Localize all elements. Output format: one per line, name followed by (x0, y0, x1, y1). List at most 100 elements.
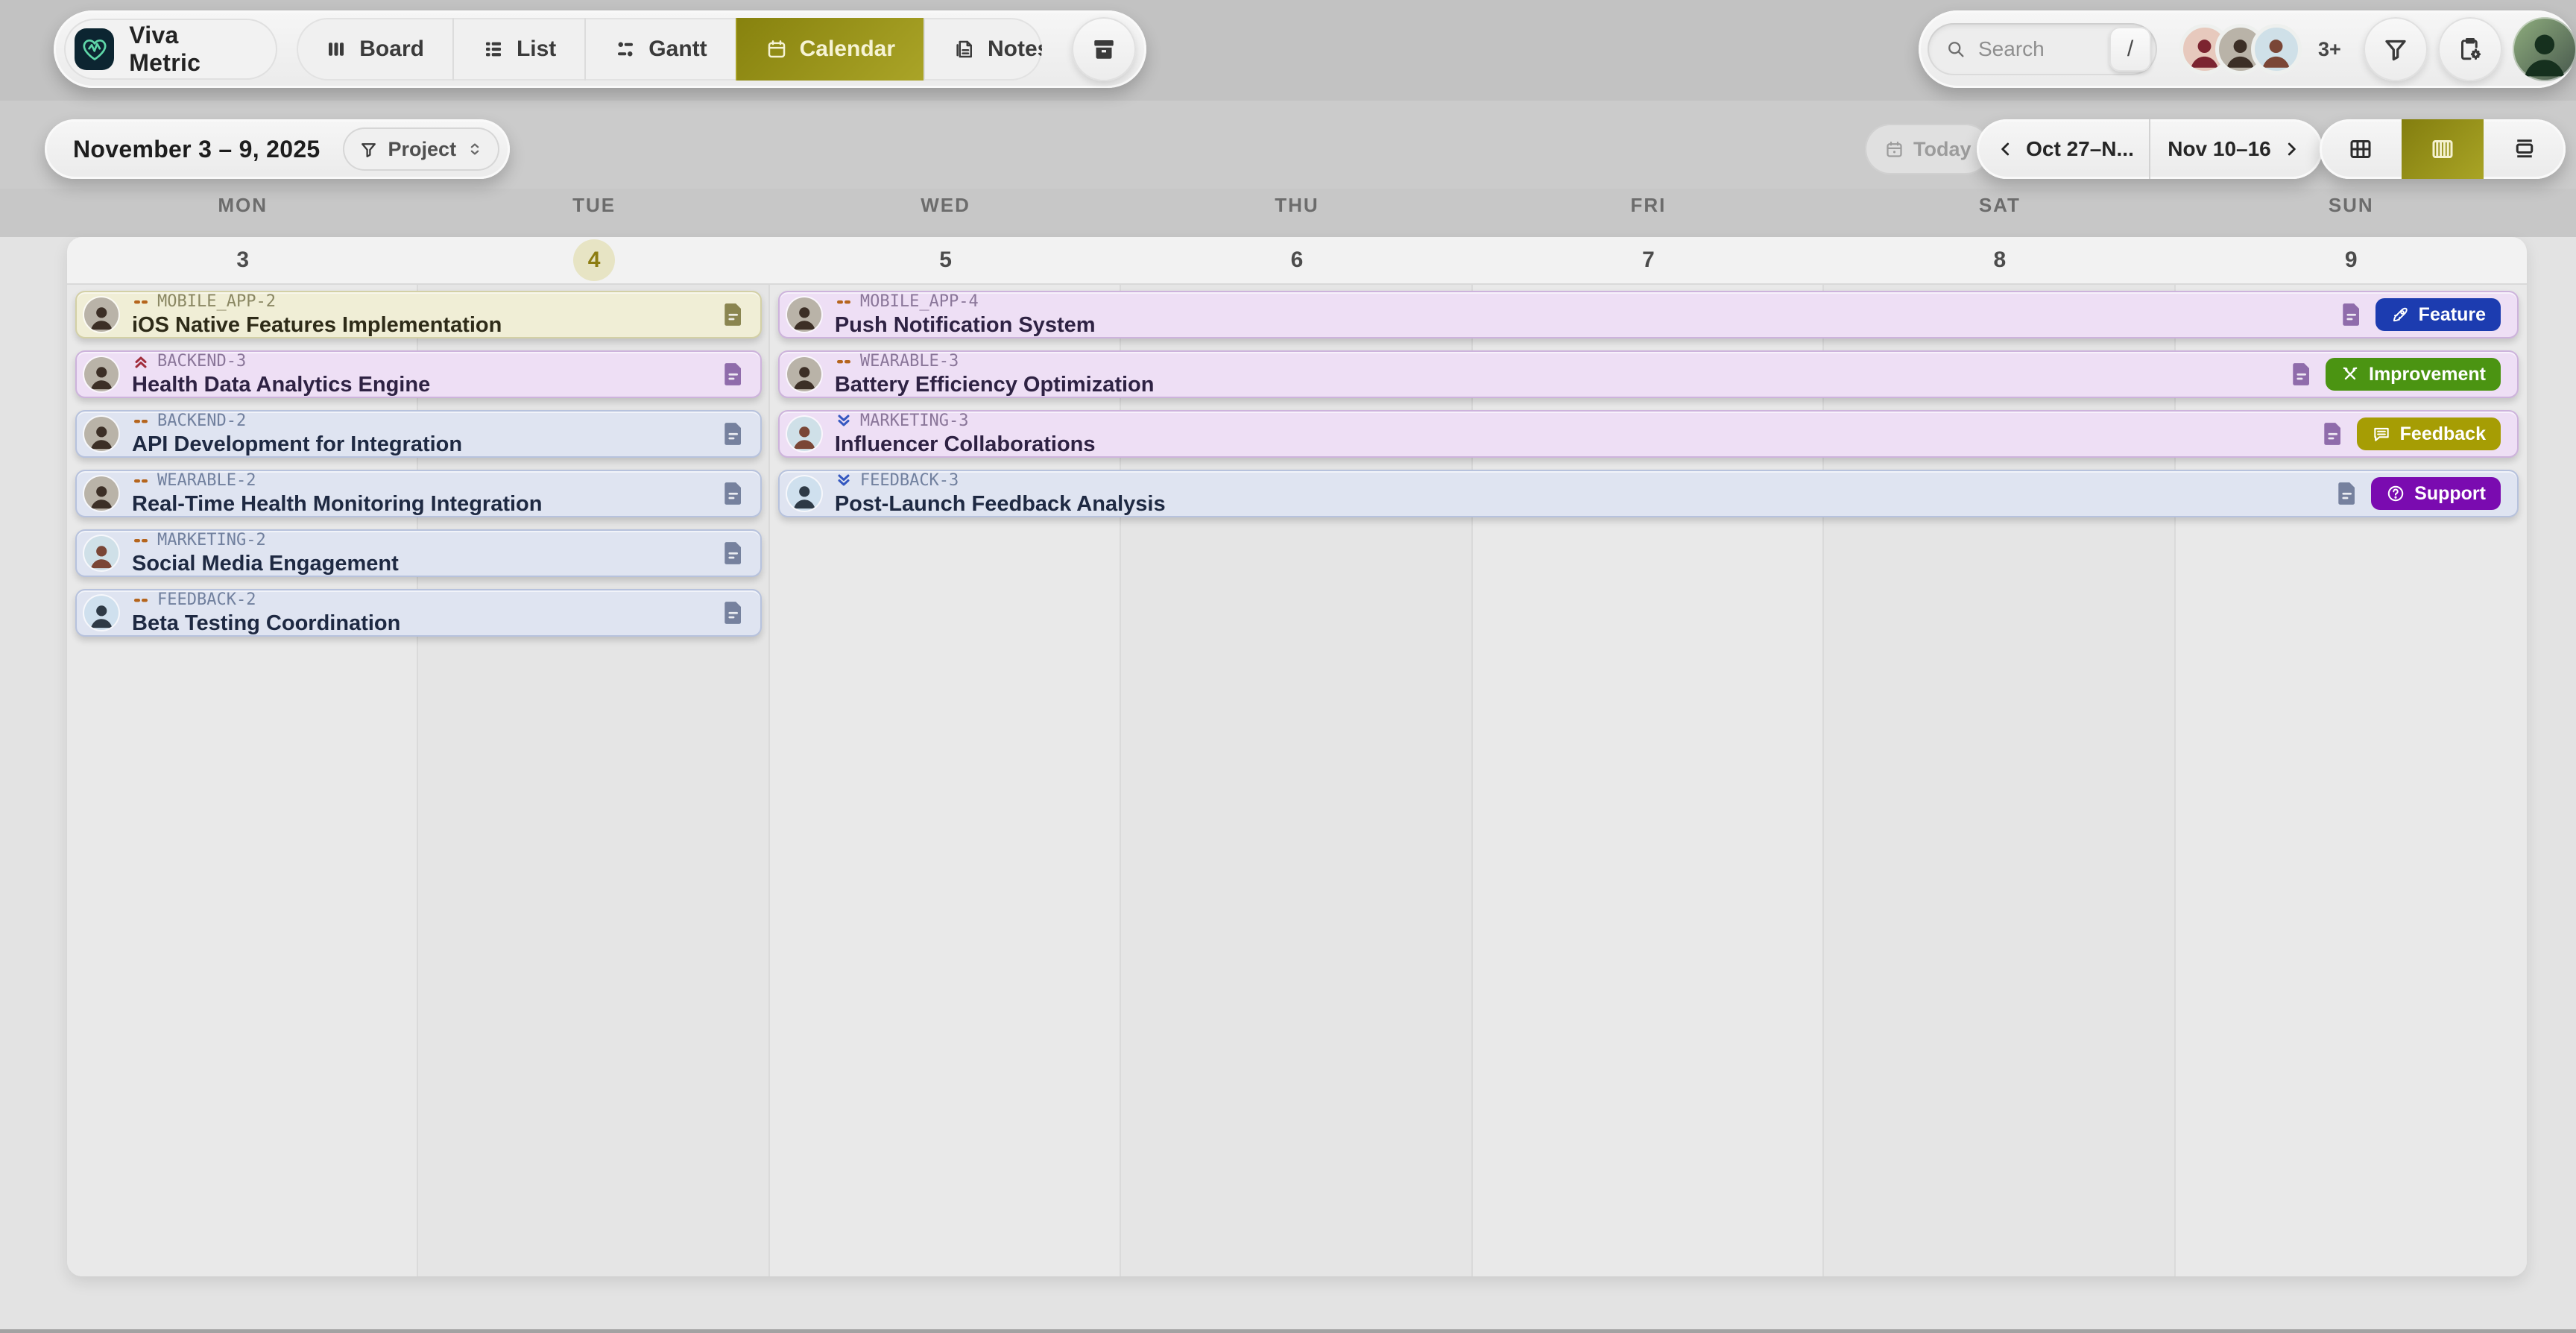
search-input-wrapper[interactable]: / (1928, 23, 2157, 75)
priority-medium-icon (132, 412, 150, 430)
description-icon (723, 303, 744, 327)
date-cell[interactable]: 4 (418, 237, 769, 283)
description-icon (2291, 362, 2312, 386)
day-view-button[interactable] (2484, 119, 2566, 179)
gantt-icon (614, 38, 637, 60)
event-title: Post-Launch Feedback Analysis (835, 494, 1166, 515)
chevron-right-icon (2282, 139, 2301, 159)
date-cell[interactable]: 9 (2176, 237, 2527, 283)
tab-notes[interactable]: Notes (924, 18, 1042, 81)
today-button[interactable]: Today (1865, 124, 1991, 174)
date-number: 7 (1627, 239, 1669, 281)
type-badge: Support (2371, 477, 2501, 510)
search-input[interactable] (1977, 37, 2099, 62)
tab-calendar[interactable]: Calendar (736, 18, 924, 81)
event-title: Battery Efficiency Optimization (835, 374, 1155, 396)
date-cell[interactable]: 6 (1121, 237, 1472, 283)
collaborator-avatar (2251, 24, 2302, 75)
event-text: MOBILE_APP-2 iOS Native Features Impleme… (132, 293, 502, 336)
utility-toolbar: / 3+ (1919, 10, 2576, 88)
ticket-id: FEEDBACK-2 (157, 592, 256, 608)
event-title: Push Notification System (835, 315, 1096, 336)
event-title: Social Media Engagement (132, 553, 399, 575)
board-settings-button[interactable] (2438, 17, 2502, 81)
notes-icon (953, 38, 976, 60)
event-card[interactable]: MARKETING-3 Influencer Collaborations Fe… (778, 410, 2519, 458)
event-text: MARKETING-2 Social Media Engagement (132, 532, 399, 575)
tab-gantt[interactable]: Gantt (584, 18, 735, 81)
ticket-id: BACKEND-2 (157, 413, 246, 429)
assignee-avatar (84, 596, 119, 630)
assignee-avatar (787, 357, 821, 391)
rocket-icon (2390, 305, 2410, 324)
next-week-button[interactable]: Nov 10–16 (2150, 137, 2318, 161)
tab-list[interactable]: List (452, 18, 584, 81)
date-number: 9 (2330, 239, 2372, 281)
prev-week-button[interactable]: Oct 27–N... (1981, 137, 2149, 161)
event-title: Beta Testing Coordination (132, 613, 400, 634)
description-icon (723, 601, 744, 625)
tab-board[interactable]: Board (297, 18, 452, 81)
assignee-avatar (84, 357, 119, 391)
event-card[interactable]: WEARABLE-2 Real-Time Health Monitoring I… (75, 470, 762, 517)
weekday-header: MON TUE WED THU FRI SAT SUN (67, 194, 2527, 217)
event-title: API Development for Integration (132, 434, 462, 456)
search-shortcut-key: / (2109, 27, 2151, 72)
event-card[interactable]: FEEDBACK-2 Beta Testing Coordination (75, 589, 762, 637)
filter-button[interactable] (2364, 17, 2428, 81)
type-badge-label: Improvement (2369, 364, 2486, 385)
event-text: MARKETING-3 Influencer Collaborations (835, 412, 1096, 456)
event-card[interactable]: BACKEND-2 API Development for Integratio… (75, 410, 762, 458)
assignee-avatar (787, 297, 821, 332)
person-icon (2516, 25, 2573, 81)
description-icon (2337, 482, 2358, 505)
event-card[interactable]: FEEDBACK-3 Post-Launch Feedback Analysis… (778, 470, 2519, 517)
archive-icon (1090, 36, 1117, 63)
date-cell[interactable]: 5 (770, 237, 1121, 283)
event-card[interactable]: WEARABLE-3 Battery Efficiency Optimizati… (778, 350, 2519, 398)
date-range-bar: November 3 – 9, 2025 Project (45, 119, 510, 179)
main-toolbar: Viva Metric Board List Gantt (54, 10, 1146, 88)
question-circle-icon (2386, 484, 2405, 503)
event-card[interactable]: MOBILE_APP-4 Push Notification System Fe… (778, 291, 2519, 338)
funnel-icon (2382, 36, 2409, 63)
project-filter-dropdown[interactable]: Project (343, 127, 500, 171)
today-label: Today (1913, 138, 1972, 161)
collaborator-avatars[interactable] (2179, 24, 2302, 75)
event-card[interactable]: MARKETING-2 Social Media Engagement (75, 529, 762, 577)
date-number: 5 (925, 239, 967, 281)
assignee-avatar (787, 476, 821, 511)
calendar-icon (765, 38, 788, 60)
event-text: FEEDBACK-2 Beta Testing Coordination (132, 591, 400, 634)
event-card[interactable]: MOBILE_APP-2 iOS Native Features Impleme… (75, 291, 762, 338)
collaborators-overflow-count[interactable]: 3+ (2318, 38, 2341, 61)
date-number: 4 (573, 239, 615, 281)
date-cell[interactable]: 7 (1473, 237, 1824, 283)
columns-view-icon (2429, 136, 2456, 163)
date-cell[interactable]: 8 (1824, 237, 2175, 283)
ticket-id: BACKEND-3 (157, 353, 246, 370)
ticket-id: FEEDBACK-3 (860, 473, 959, 489)
assignee-avatar (84, 297, 119, 332)
archive-button[interactable] (1072, 17, 1136, 81)
app-logo[interactable]: Viva Metric (64, 19, 277, 80)
profile-avatar[interactable] (2513, 17, 2576, 81)
week-navigation: Oct 27–N... Nov 10–16 (1977, 119, 2323, 179)
events-layer: MOBILE_APP-2 iOS Native Features Impleme… (67, 285, 2527, 1276)
event-card[interactable]: BACKEND-3 Health Data Analytics Engine (75, 350, 762, 398)
ticket-id: MARKETING-3 (860, 413, 969, 429)
board-icon (325, 38, 347, 60)
date-cell[interactable]: 3 (67, 237, 418, 283)
week-view-button[interactable] (2402, 119, 2484, 179)
priority-medium-icon (132, 293, 150, 311)
event-title: Influencer Collaborations (835, 434, 1096, 456)
month-view-button[interactable] (2320, 119, 2402, 179)
priority-lowest-icon (835, 412, 853, 430)
description-icon (723, 541, 744, 565)
weekday-label: MON (67, 194, 418, 217)
assignee-avatar (787, 417, 821, 451)
event-text: WEARABLE-3 Battery Efficiency Optimizati… (835, 353, 1155, 396)
window-bottom-edge (0, 1329, 2576, 1333)
view-tabs: Board List Gantt Calendar (297, 18, 1042, 81)
prev-week-label: Oct 27–N... (2026, 137, 2134, 161)
